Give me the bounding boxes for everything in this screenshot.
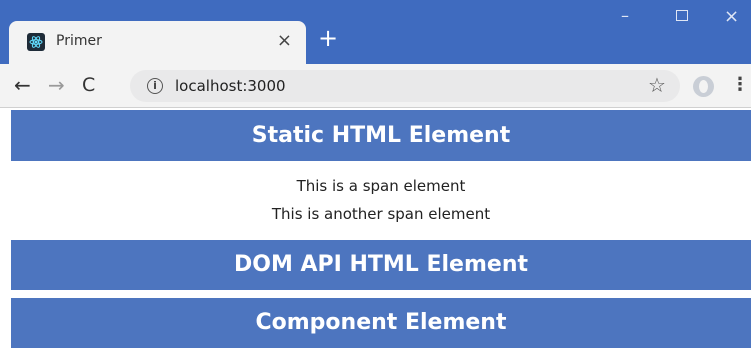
menu-kebab-icon[interactable]: ⋮ (731, 74, 749, 95)
forward-arrow-icon[interactable]: → (48, 73, 65, 97)
title-bar: Primer × + – × (0, 0, 751, 64)
tab-close-icon[interactable]: × (277, 30, 292, 52)
dom-api-heading: DOM API HTML Element (11, 240, 751, 290)
url-text[interactable]: localhost:3000 (175, 77, 286, 95)
back-arrow-icon[interactable]: ← (14, 73, 31, 97)
close-window-icon[interactable]: × (724, 6, 739, 27)
browser-toolbar: ← → C i localhost:3000 ☆ ⋮ (0, 64, 751, 108)
profile-avatar-icon[interactable] (693, 76, 714, 97)
bookmark-star-icon[interactable]: ☆ (648, 73, 666, 97)
tab-primer[interactable]: Primer × (9, 21, 306, 64)
static-html-heading: Static HTML Element (11, 110, 751, 161)
site-info-icon[interactable]: i (147, 78, 163, 94)
span-element-1: This is a span element (296, 177, 466, 195)
new-tab-icon[interactable]: + (318, 26, 338, 50)
reload-icon[interactable]: C (82, 73, 95, 97)
address-bar[interactable]: i localhost:3000 ☆ (130, 70, 680, 102)
react-favicon-icon (27, 33, 45, 51)
page-content: Static HTML Element This is a span eleme… (11, 110, 751, 355)
tab-title: Primer (56, 33, 102, 49)
minimize-icon[interactable]: – (621, 6, 629, 25)
component-heading: Component Element (11, 298, 751, 348)
span-element-2: This is another span element (271, 205, 491, 223)
maximize-icon[interactable] (676, 10, 688, 21)
